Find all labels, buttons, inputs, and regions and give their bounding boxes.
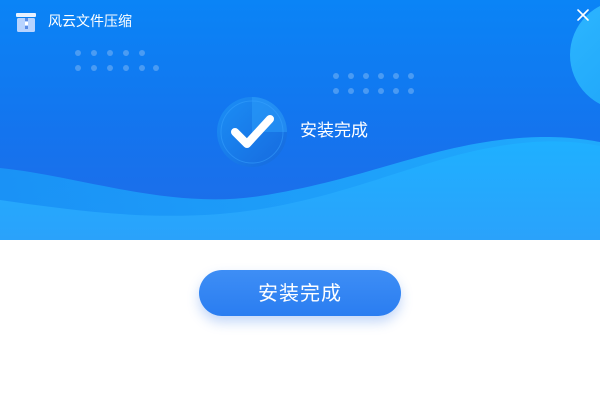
title-bar: 风云文件压缩 xyxy=(0,0,600,44)
installer-window: 风云文件压缩 安装完成 安装完成 xyxy=(0,0,600,400)
status-text: 安装完成 xyxy=(300,121,368,141)
checkmark-icon xyxy=(217,97,287,167)
close-icon[interactable] xyxy=(572,4,594,26)
app-title: 风云文件压缩 xyxy=(48,14,132,30)
dot-grid-right xyxy=(333,73,414,94)
dot-grid-left xyxy=(75,50,159,71)
install-status: 安装完成 xyxy=(217,97,417,167)
finish-button[interactable]: 安装完成 xyxy=(199,270,401,316)
zip-archive-icon xyxy=(16,13,36,32)
